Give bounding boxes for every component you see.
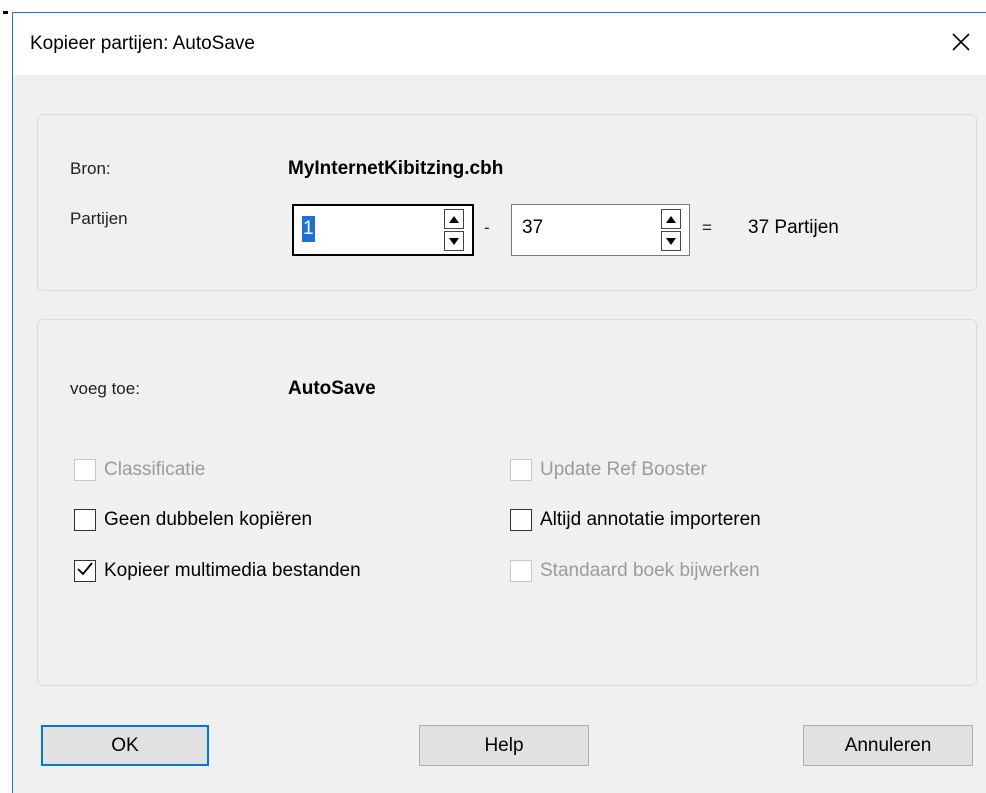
checkmark-icon xyxy=(77,561,93,581)
target-groupbox: voeg toe: AutoSave Classificatie Update … xyxy=(37,319,977,686)
classificatie-checkbox[interactable] xyxy=(74,459,96,481)
ok-button[interactable]: OK xyxy=(41,725,209,766)
altijd-annotatie-option: Altijd annotatie importeren xyxy=(510,509,761,531)
range-to-spin-buttons xyxy=(653,205,689,255)
range-from-spinbox[interactable]: 1 xyxy=(292,204,474,256)
kopieer-multimedia-label: Kopieer multimedia bestanden xyxy=(104,560,361,581)
kopieer-multimedia-option: Kopieer multimedia bestanden xyxy=(74,560,361,582)
range-from-up-button[interactable] xyxy=(444,209,464,229)
standaard-boek-checkbox[interactable] xyxy=(510,560,532,582)
range-from-spin-buttons xyxy=(436,206,472,254)
source-filename: MyInternetKibitzing.cbh xyxy=(288,158,504,179)
altijd-annotatie-label: Altijd annotatie importeren xyxy=(540,509,761,530)
range-to-down-button[interactable] xyxy=(661,231,681,251)
games-label: Partijen xyxy=(70,209,128,228)
range-to-spinbox[interactable]: 37 xyxy=(511,204,690,256)
target-database: AutoSave xyxy=(288,378,376,399)
close-button[interactable] xyxy=(936,13,986,75)
geen-dubbelen-option: Geen dubbelen kopiëren xyxy=(74,509,312,531)
copy-games-dialog: Kopieer partijen: AutoSave Bron: MyInter… xyxy=(12,12,986,793)
standaard-boek-label: Standaard boek bijwerken xyxy=(540,560,760,581)
source-label: Bron: xyxy=(70,159,111,178)
range-to-up-button[interactable] xyxy=(661,209,681,229)
corner-mark xyxy=(0,0,10,14)
cancel-button[interactable]: Annuleren xyxy=(803,725,973,766)
classificatie-label: Classificatie xyxy=(104,459,206,480)
geen-dubbelen-checkbox[interactable] xyxy=(74,509,96,531)
range-to-value: 37 xyxy=(522,217,544,238)
title-bar: Kopieer partijen: AutoSave xyxy=(13,13,986,75)
altijd-annotatie-checkbox[interactable] xyxy=(510,509,532,531)
triangle-up-icon xyxy=(666,210,676,228)
kopieer-multimedia-checkbox[interactable] xyxy=(74,560,96,582)
close-icon xyxy=(951,32,971,57)
append-label: voeg toe: xyxy=(70,379,140,398)
help-button[interactable]: Help xyxy=(419,725,589,766)
range-from-value: 1 xyxy=(302,216,315,242)
triangle-down-icon xyxy=(449,232,459,250)
range-separator: - xyxy=(484,218,490,237)
update-ref-booster-checkbox[interactable] xyxy=(510,459,532,481)
triangle-down-icon xyxy=(666,232,676,250)
range-from-down-button[interactable] xyxy=(444,231,464,251)
classificatie-option: Classificatie xyxy=(74,459,205,481)
source-groupbox: Bron: MyInternetKibitzing.cbh Partijen 1… xyxy=(37,114,977,291)
update-ref-booster-label: Update Ref Booster xyxy=(540,459,707,480)
triangle-up-icon xyxy=(449,210,459,228)
geen-dubbelen-label: Geen dubbelen kopiëren xyxy=(104,509,313,530)
update-ref-booster-option: Update Ref Booster xyxy=(510,459,707,481)
dialog-title: Kopieer partijen: AutoSave xyxy=(30,33,255,54)
standaard-boek-option: Standaard boek bijwerken xyxy=(510,560,760,582)
equals-sign: = xyxy=(702,218,712,237)
games-count: 37 Partijen xyxy=(748,217,839,238)
